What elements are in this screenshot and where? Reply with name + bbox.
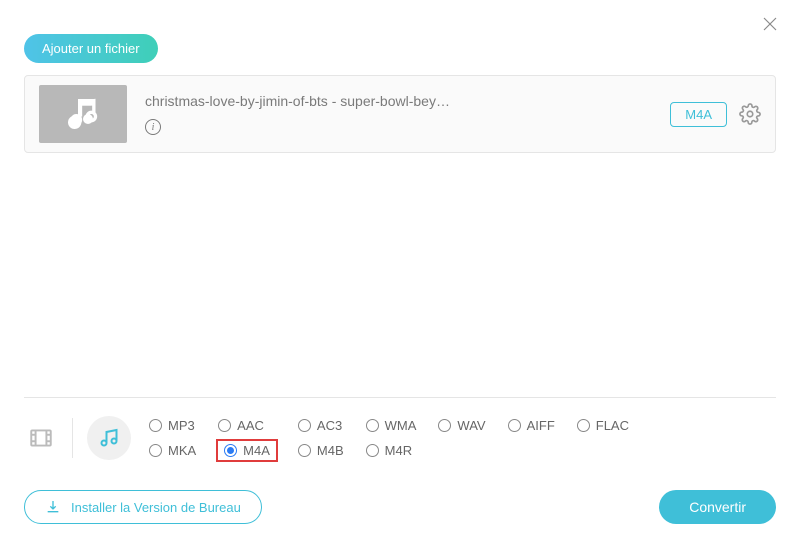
audio-thumbnail-icon [39, 85, 127, 143]
format-label: AC3 [317, 418, 342, 433]
radio-icon [298, 419, 311, 432]
gear-icon[interactable] [739, 103, 761, 125]
close-icon[interactable] [758, 12, 782, 36]
format-bar: MP3 AAC AC3 WMA WAV AIFF FLAC MKA M4A M4B M4R [24, 397, 776, 460]
format-label: MKA [168, 443, 196, 458]
format-option-flac[interactable]: FLAC [577, 418, 629, 433]
format-label: WMA [385, 418, 417, 433]
download-icon [45, 499, 61, 515]
divider [72, 418, 73, 458]
format-option-mp3[interactable]: MP3 [149, 418, 196, 433]
format-label: AIFF [527, 418, 555, 433]
format-option-aiff[interactable]: AIFF [508, 418, 555, 433]
format-option-m4b[interactable]: M4B [298, 443, 344, 458]
radio-icon [149, 419, 162, 432]
radio-icon [577, 419, 590, 432]
radio-icon [224, 444, 237, 457]
format-label: M4R [385, 443, 412, 458]
format-label: AAC [237, 418, 264, 433]
format-label: M4A [243, 443, 270, 458]
format-option-wav[interactable]: WAV [438, 418, 485, 433]
radio-icon [149, 444, 162, 457]
convert-button[interactable]: Convertir [659, 490, 776, 524]
format-label: FLAC [596, 418, 629, 433]
video-tab-icon[interactable] [24, 421, 58, 455]
radio-icon [508, 419, 521, 432]
radio-icon [218, 419, 231, 432]
format-badge[interactable]: M4A [670, 102, 727, 127]
radio-icon [366, 419, 379, 432]
radio-icon [298, 444, 311, 457]
format-option-aac[interactable]: AAC [218, 418, 276, 433]
format-option-ac3[interactable]: AC3 [298, 418, 344, 433]
file-name: christmas-love-by-jimin-of-bts - super-b… [145, 93, 670, 109]
format-label: MP3 [168, 418, 195, 433]
radio-icon [366, 444, 379, 457]
format-option-m4r[interactable]: M4R [366, 443, 417, 458]
bottom-bar: Installer la Version de Bureau Convertir [24, 490, 776, 524]
format-label: M4B [317, 443, 344, 458]
add-file-button[interactable]: Ajouter un fichier [24, 34, 158, 63]
file-row: christmas-love-by-jimin-of-bts - super-b… [24, 75, 776, 153]
file-info: christmas-love-by-jimin-of-bts - super-b… [145, 93, 670, 136]
install-desktop-button[interactable]: Installer la Version de Bureau [24, 490, 262, 524]
install-label: Installer la Version de Bureau [71, 500, 241, 515]
format-option-wma[interactable]: WMA [366, 418, 417, 433]
audio-tab-icon[interactable] [87, 416, 131, 460]
radio-icon [438, 419, 451, 432]
format-option-mka[interactable]: MKA [149, 443, 196, 458]
format-option-m4a[interactable]: M4A [216, 439, 278, 462]
info-icon[interactable]: i [145, 119, 161, 135]
format-options: MP3 AAC AC3 WMA WAV AIFF FLAC MKA M4A M4B M4R [149, 418, 629, 458]
format-label: WAV [457, 418, 485, 433]
